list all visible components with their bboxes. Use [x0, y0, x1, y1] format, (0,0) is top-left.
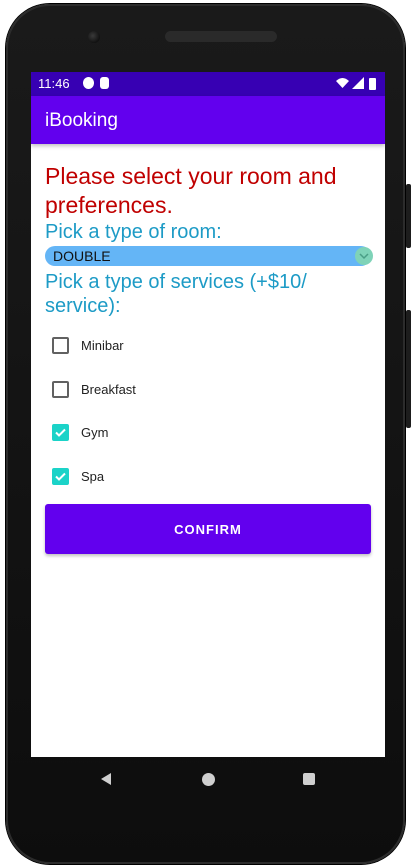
- room-type-selected: DOUBLE: [53, 248, 111, 264]
- booking-form: Please select your room and preferences.…: [45, 162, 373, 554]
- minibar-checkbox[interactable]: [52, 337, 69, 355]
- signal-icon: [352, 77, 364, 89]
- spa-label: Spa: [81, 468, 105, 484]
- generic-circle-icon: [83, 77, 94, 89]
- services-list: Minibar Breakfast Gym Spa: [45, 324, 371, 498]
- app-title: iBooking: [45, 110, 118, 131]
- status-icons: [336, 77, 376, 90]
- back-icon[interactable]: [99, 772, 113, 786]
- recents-icon[interactable]: [303, 773, 315, 785]
- service-minibar[interactable]: Minibar: [45, 324, 371, 368]
- device-frame: 11:46 iBooking Please select your room a…: [0, 0, 411, 868]
- service-gym[interactable]: Gym: [45, 411, 371, 455]
- room-type-spinner[interactable]: DOUBLE: [45, 246, 373, 266]
- app-bar: iBooking: [31, 96, 385, 144]
- service-breakfast[interactable]: Breakfast: [45, 368, 371, 412]
- breakfast-checkbox[interactable]: [52, 380, 69, 398]
- gym-checkbox[interactable]: [52, 424, 69, 442]
- service-spa[interactable]: Spa: [45, 455, 371, 499]
- status-bar: 11:46: [31, 72, 385, 96]
- spa-checkbox[interactable]: [52, 467, 69, 485]
- status-time: 11:46: [38, 76, 70, 91]
- dropdown-icon: [355, 247, 373, 265]
- headline: Please select your room and preferences.: [45, 163, 337, 218]
- checkmark-icon: [55, 472, 66, 481]
- checkmark-icon: [55, 429, 66, 438]
- power-button: [406, 184, 411, 248]
- confirm-button[interactable]: CONFIRM: [45, 504, 371, 554]
- front-camera: [88, 31, 100, 43]
- earpiece-speaker: [165, 31, 277, 42]
- navigation-bar: [31, 757, 385, 807]
- room-type-label: Pick a type of room:: [45, 221, 222, 243]
- battery-icon: [369, 78, 376, 90]
- home-icon[interactable]: [202, 773, 215, 786]
- breakfast-label: Breakfast: [81, 381, 136, 397]
- sim-card-icon: [100, 77, 109, 89]
- wifi-icon: [336, 78, 349, 88]
- volume-rocker: [406, 310, 411, 428]
- minibar-label: Minibar: [81, 338, 124, 354]
- gym-label: Gym: [81, 425, 109, 441]
- services-label: Pick a type of services (+$10/ service):: [45, 271, 307, 317]
- screen: 11:46 iBooking Please select your room a…: [31, 72, 385, 757]
